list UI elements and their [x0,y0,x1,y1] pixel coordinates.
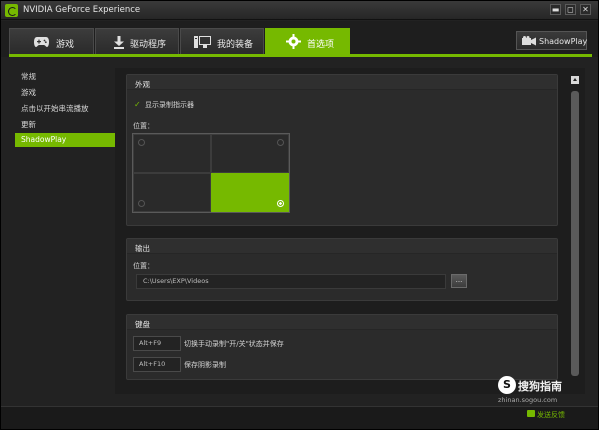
sidebar-item-general[interactable]: 常规 [15,70,115,84]
minimize-button[interactable]: ▬ [550,4,561,15]
output-position-label: 位置： [133,262,154,270]
sidebar-item-updates[interactable]: 更新 [15,118,115,132]
position-bottom-left[interactable] [133,173,211,212]
tab-underline [9,54,592,57]
tab-preferences-label: 首选项 [307,40,335,50]
scroll-thumb[interactable] [571,91,579,376]
recording-indicator-checkbox[interactable]: ✓ [134,100,143,109]
monitor-icon [194,36,211,50]
output-panel-header [127,239,557,254]
appearance-panel-header [127,75,557,90]
radio-icon [138,200,145,207]
recording-indicator-label: 显示录制指示器 [145,101,194,109]
shortcut-save-shadow-field[interactable]: Alt+F10 [133,357,181,372]
position-top-right[interactable] [211,134,289,173]
tab-drivers-label: 驱动程序 [130,40,167,50]
output-path-field[interactable]: C:\Users\EXP\Videos [136,274,446,289]
indicator-position-grid [132,133,290,213]
gamepad-icon [34,36,49,49]
status-bar [1,406,598,429]
sogou-logo-icon: S [498,376,516,394]
gear-icon [286,34,301,51]
indicator-position-label: 位置： [133,122,154,130]
shadowplay-button-label: ShadowPlay [539,37,588,46]
tab-my-rig-label: 我的装备 [217,40,254,50]
tab-my-rig[interactable]: 我的装备 [180,28,264,55]
restore-button[interactable]: ◻ [565,4,576,15]
nvidia-logo-icon [5,4,18,17]
shadowplay-button[interactable]: ShadowPlay [516,31,587,50]
sogou-watermark: S 搜狗指南 zhinan.sogou.com [498,376,580,404]
sogou-watermark-url: zhinan.sogou.com [498,396,558,404]
output-panel: 输出 [126,238,558,301]
tab-preferences[interactable]: 首选项 [265,28,350,55]
radio-selected-icon [277,200,284,207]
position-top-left[interactable] [133,134,211,173]
shortcut-toggle-record-label: 切换手动录制"开/关"状态并保存 [184,340,284,348]
sogou-watermark-text: 搜狗指南 [518,380,562,393]
tab-games-label: 游戏 [56,40,75,50]
content-scrollbar[interactable] [569,74,581,392]
shortcut-toggle-record-field[interactable]: Alt+F9 [133,336,181,351]
send-feedback-link[interactable]: 发送反馈 [527,410,565,420]
window-title: NVIDIA GeForce Experience [23,5,141,15]
keyboard-title: 键盘 [135,320,150,329]
app-window: NVIDIA GeForce Experience ▬ ◻ ✕ 游戏 驱动程序 … [0,0,599,430]
position-bottom-right[interactable] [211,173,289,212]
tab-games[interactable]: 游戏 [9,28,94,55]
sidebar-item-streaming[interactable]: 点击以开始串流播放 [15,102,115,116]
tab-drivers[interactable]: 驱动程序 [95,28,179,55]
browse-button[interactable]: ... [451,274,467,288]
appearance-title: 外观 [135,80,150,89]
download-icon [114,36,124,51]
sidebar-item-shadowplay[interactable]: ShadowPlay [15,133,115,147]
scroll-up-button[interactable] [571,76,579,84]
keyboard-panel-header [127,315,557,330]
output-title: 输出 [135,244,150,253]
radio-icon [277,139,284,146]
radio-icon [138,139,145,146]
camera-icon [522,36,536,49]
chat-icon [527,410,535,417]
sidebar-item-games[interactable]: 游戏 [15,86,115,100]
shortcut-save-shadow-label: 保存阴影录制 [184,361,226,369]
close-button[interactable]: ✕ [580,4,591,15]
send-feedback-label: 发送反馈 [537,411,565,419]
sidebar: 常规 游戏 点击以开始串流播放 更新 ShadowPlay [15,68,115,158]
title-bar: NVIDIA GeForce Experience ▬ ◻ ✕ [1,1,598,20]
